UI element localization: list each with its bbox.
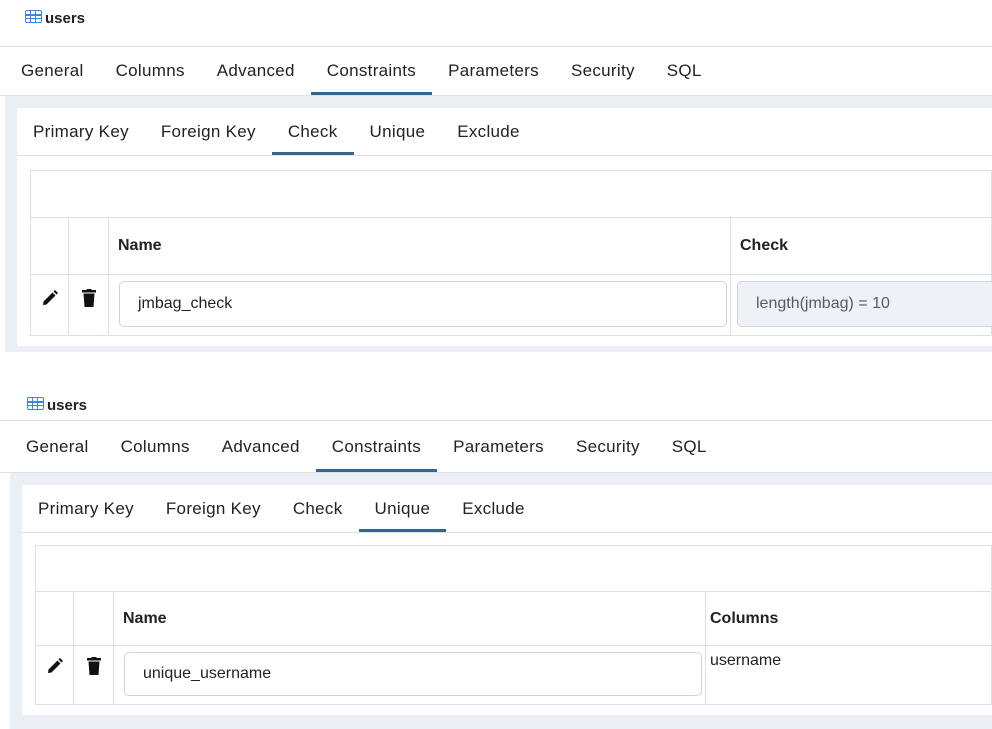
subtab-unique[interactable]: Unique [358, 485, 447, 532]
row-check-cell: length(jmbag) = 10 [731, 275, 992, 335]
subtab-exclude[interactable]: Exclude [441, 108, 536, 155]
content-area: Primary Key Foreign Key Check Unique Exc… [5, 96, 992, 352]
header-name-label: Name [118, 237, 162, 254]
grid-header: Name Check [31, 218, 991, 275]
tab-advanced[interactable]: Advanced [201, 47, 311, 95]
header-delete-col [69, 218, 109, 274]
tab-general[interactable]: General [5, 47, 100, 95]
grid-toolbar [36, 546, 991, 592]
row-name-cell: unique_username [114, 646, 706, 704]
tab-constraints[interactable]: Constraints [310, 47, 433, 95]
table-row: unique_username username [36, 646, 991, 704]
subtab-foreign-key[interactable]: Foreign Key [145, 108, 272, 155]
delete-icon[interactable] [81, 288, 96, 312]
header-name: Name [109, 218, 731, 274]
header-check: Check [731, 218, 992, 274]
subtab-unique[interactable]: Unique [354, 108, 442, 155]
panel-title: users [45, 10, 86, 27]
tab-sql[interactable]: SQL [651, 47, 718, 95]
grid-header: Name Columns [36, 592, 991, 646]
sub-tabs: Primary Key Foreign Key Check Unique Exc… [17, 108, 992, 156]
tab-parameters[interactable]: Parameters [432, 47, 555, 95]
subtab-foreign-key[interactable]: Foreign Key [150, 485, 277, 532]
panel-title: users [47, 397, 88, 414]
subtab-primary-key[interactable]: Primary Key [22, 485, 150, 532]
constraint-columns-value[interactable]: username [710, 652, 781, 670]
content-area: Primary Key Foreign Key Check Unique Exc… [10, 473, 992, 729]
header-columns: Columns [706, 592, 992, 645]
header-name-label: Name [123, 609, 167, 627]
row-name-cell: jmbag_check [109, 275, 731, 335]
grid-toolbar [31, 171, 991, 218]
tab-general[interactable]: General [10, 421, 105, 472]
tab-constraints[interactable]: Constraints [315, 421, 438, 472]
table-icon [25, 10, 42, 23]
tab-columns[interactable]: Columns [105, 421, 206, 472]
constraint-name-input[interactable]: unique_username [124, 652, 702, 696]
tab-security[interactable]: Security [560, 421, 656, 472]
header-edit-col [31, 218, 69, 274]
subtab-exclude[interactable]: Exclude [446, 485, 541, 532]
table-icon [27, 397, 44, 410]
table-row: jmbag_check length(jmbag) = 10 [31, 275, 992, 335]
tab-parameters[interactable]: Parameters [437, 421, 560, 472]
constraints-card: Primary Key Foreign Key Check Unique Exc… [22, 485, 992, 715]
header-columns-label: Columns [710, 609, 779, 627]
edit-icon[interactable] [41, 289, 59, 312]
main-tabs: General Columns Advanced Constraints Par… [0, 47, 992, 96]
header-edit-col [36, 592, 74, 645]
header-check-label: Check [740, 237, 789, 254]
subtab-check[interactable]: Check [277, 485, 359, 532]
tab-security[interactable]: Security [555, 47, 651, 95]
check-expression-input[interactable]: length(jmbag) = 10 [737, 281, 992, 327]
header-delete-col [74, 592, 114, 645]
panel-title-bar: users [0, 0, 992, 47]
row-columns-cell: username [706, 646, 992, 704]
panel-title-bar: users [0, 383, 992, 421]
row-edit-cell [36, 646, 74, 704]
check-constraints-grid: Name Check jmbag_check length(jmbag) = 1… [30, 170, 992, 336]
edit-icon[interactable] [46, 657, 64, 680]
header-name: Name [114, 592, 706, 645]
delete-icon[interactable] [86, 656, 101, 680]
constraints-panel-check: users General Columns Advanced Constrain… [0, 0, 992, 352]
sub-tabs: Primary Key Foreign Key Check Unique Exc… [22, 485, 992, 533]
tab-columns[interactable]: Columns [100, 47, 201, 95]
constraints-card: Primary Key Foreign Key Check Unique Exc… [17, 108, 992, 346]
row-delete-cell [69, 275, 109, 335]
main-tabs: General Columns Advanced Constraints Par… [0, 421, 992, 473]
constraints-panel-unique: users General Columns Advanced Constrain… [0, 383, 992, 729]
tab-advanced[interactable]: Advanced [206, 421, 316, 472]
subtab-primary-key[interactable]: Primary Key [17, 108, 145, 155]
subtab-check[interactable]: Check [271, 108, 354, 155]
unique-constraints-grid: Name Columns unique_username username [35, 545, 992, 705]
row-edit-cell [31, 275, 69, 335]
constraint-name-input[interactable]: jmbag_check [119, 281, 727, 327]
row-delete-cell [74, 646, 114, 704]
tab-sql[interactable]: SQL [656, 421, 723, 472]
